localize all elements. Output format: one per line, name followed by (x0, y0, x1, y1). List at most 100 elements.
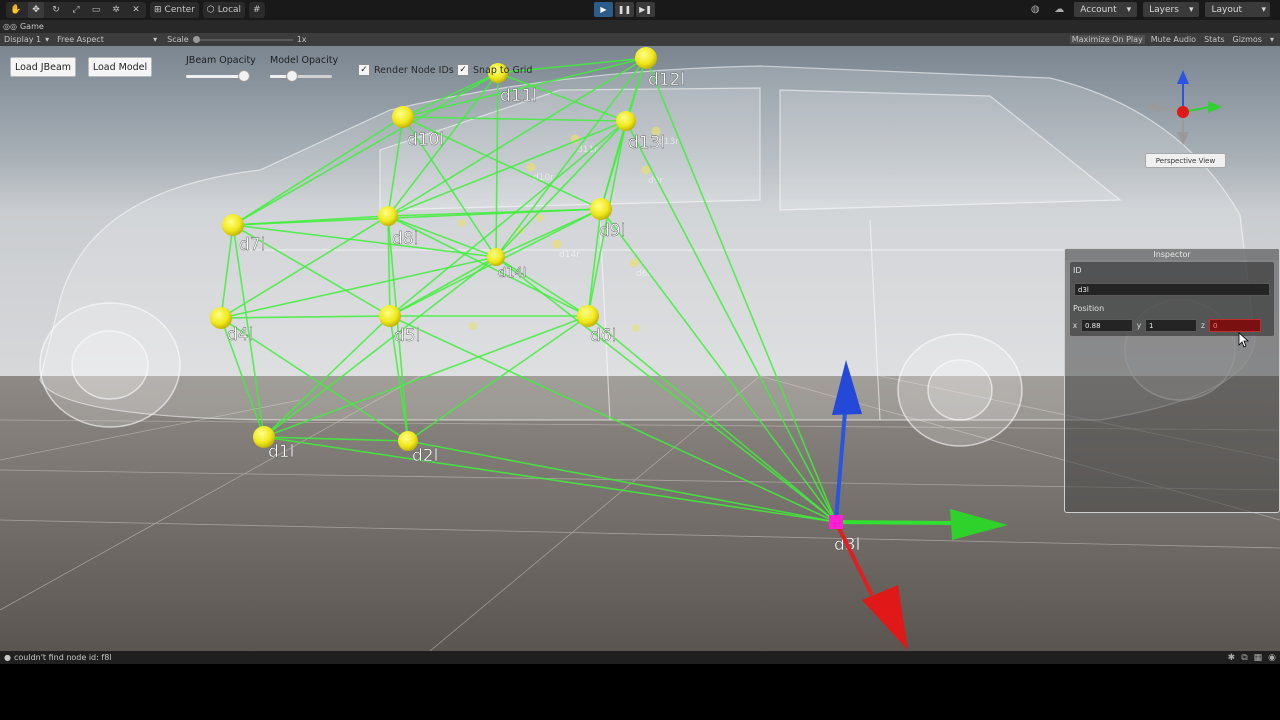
custom-tool-icon[interactable]: ✕ (128, 2, 144, 18)
selected-node-handle[interactable] (829, 515, 843, 529)
rect-icon[interactable]: ▭ (88, 2, 104, 18)
model-opacity-slider[interactable] (270, 70, 332, 82)
unity-editor-window: ✋ ✥ ↻ ⤢ ▭ ✲ ✕ ⊞ Center ⬡ Local # ▶ ❚❚ ▶❚ ◍… (0, 0, 1280, 720)
id-field[interactable]: d3l (1074, 283, 1270, 296)
far-node-d10r[interactable] (526, 162, 536, 172)
node-label-d4l: d4l (227, 325, 253, 345)
grid-snap-toggle[interactable]: # (249, 2, 265, 18)
pivot-center-toggle[interactable]: ⊞ Center (150, 2, 199, 18)
chevron-down-icon[interactable]: ▾ (1268, 35, 1276, 44)
tab-game[interactable]: Game (20, 22, 44, 31)
node-d12l[interactable] (635, 47, 657, 69)
jbeam-opacity-slider[interactable] (186, 70, 251, 82)
hand-icon[interactable]: ✋ (8, 2, 24, 18)
inspector-fields: ID d3l Position x 0.88 y 1 z 0 (1070, 262, 1274, 336)
far-node[interactable] (632, 324, 640, 332)
render-node-ids-label: Render Node IDs (374, 64, 454, 76)
far-node[interactable] (458, 219, 466, 227)
inspector-panel: Inspector ID d3l Position x 0.88 y 1 z 0 (1064, 248, 1280, 513)
node-label-d13l: d13l (628, 133, 665, 153)
z-axis-label: z (1201, 321, 1205, 330)
transform-icon[interactable]: ✲ (108, 2, 124, 18)
slider-knob[interactable] (238, 70, 251, 82)
pivot-local-toggle[interactable]: ⬡ Local (202, 2, 246, 18)
aspect-dropdown[interactable]: Free Aspect ▾ (57, 35, 157, 44)
scale-slider[interactable] (192, 35, 293, 44)
layout-dropdown[interactable]: Layout ▾ (1205, 2, 1270, 17)
network-icon[interactable]: ⧉ (1241, 653, 1247, 663)
node-d7l[interactable] (222, 214, 244, 236)
node-d13l[interactable] (616, 111, 636, 131)
display-label: Display 1 (4, 35, 42, 44)
layers-dropdown[interactable]: Layers ▾ (1143, 2, 1200, 17)
far-node[interactable] (469, 322, 477, 330)
status-icons: ✱ ⧉ ▦ ◉ (1228, 651, 1276, 664)
node-label-d10l: d10l (407, 130, 444, 150)
checkbox[interactable]: ✓ (358, 64, 370, 76)
gizmo-z-axis[interactable] (835, 520, 956, 525)
perspective-view-button[interactable]: Perspective View (1145, 153, 1226, 168)
scale-label: Scale (167, 35, 189, 44)
node-d6l[interactable] (577, 305, 599, 327)
gizmos-dropdown[interactable]: Gizmos (1231, 35, 1264, 44)
pause-button[interactable]: ❚❚ (615, 2, 634, 17)
scale-control: Scale 1x (167, 35, 306, 44)
model-opacity-label: Model Opacity (270, 55, 339, 66)
play-button[interactable]: ▶ (594, 2, 613, 17)
load-jbeam-button[interactable]: Load JBeam (10, 57, 76, 77)
chevron-down-icon: ▾ (45, 35, 50, 44)
rotate-icon[interactable]: ↻ (48, 2, 64, 18)
info-icon: ● (4, 653, 11, 662)
status-message[interactable]: couldn't find node id: f8l (14, 653, 112, 662)
load-model-button[interactable]: Load Model (88, 57, 152, 77)
far-node-d6r[interactable] (629, 258, 639, 268)
mouse-cursor-icon (1238, 332, 1250, 348)
display-dropdown[interactable]: Display 1 ▾ (4, 35, 49, 44)
stats-toggle[interactable]: Stats (1202, 35, 1226, 44)
settings-icon[interactable]: ◉ (1268, 653, 1276, 663)
collab-icon[interactable]: ◍ (1026, 2, 1044, 17)
mute-audio-toggle[interactable]: Mute Audio (1149, 35, 1198, 44)
move-icon[interactable]: ✥ (28, 2, 44, 18)
snap-to-grid-toggle[interactable]: ✓ Snap to Grid (457, 64, 532, 76)
chevron-down-icon: ▾ (1188, 4, 1194, 15)
scale-icon[interactable]: ⤢ (68, 2, 84, 18)
node-label-d14l: d14l (498, 266, 526, 281)
node-d5l[interactable] (379, 305, 401, 327)
chevron-down-icon: ▾ (1261, 4, 1266, 15)
position-z-field[interactable]: 0 (1209, 319, 1261, 332)
position-row: x 0.88 y 1 z 0 (1072, 319, 1272, 332)
account-dropdown[interactable]: Account ▾ (1074, 2, 1138, 17)
main-toolbar: ✋ ✥ ↻ ⤢ ▭ ✲ ✕ ⊞ Center ⬡ Local # ▶ ❚❚ ▶❚ ◍… (0, 0, 1280, 20)
gamepad-icon: ◎◎ (3, 22, 17, 31)
maximize-on-play-toggle[interactable]: Maximize On Play (1069, 35, 1145, 44)
step-button[interactable]: ▶❚ (636, 2, 655, 17)
game-view-toggles: Maximize On Play Mute Audio Stats Gizmos… (1069, 33, 1276, 46)
node-d8l[interactable] (378, 206, 398, 226)
node-label-d7l: d7l (239, 235, 265, 255)
bug-icon[interactable]: ✱ (1228, 653, 1236, 663)
node-label-d11l: d11l (500, 86, 537, 106)
snap-to-grid-label: Snap to Grid (473, 64, 533, 76)
far-node-label-d14r: d14r (559, 250, 580, 260)
status-bar: ● couldn't find node id: f8l ✱ ⧉ ▦ ◉ (0, 651, 1280, 664)
cloud-icon[interactable]: ☁ (1050, 2, 1068, 17)
node-d10l[interactable] (392, 106, 414, 128)
slider-knob[interactable] (285, 70, 298, 82)
node-label-d8l: d8l (392, 229, 418, 249)
render-node-ids-toggle[interactable]: ✓ Render Node IDs (358, 64, 454, 76)
far-node-d14r[interactable] (552, 239, 562, 249)
cube-icon: ⬡ (206, 5, 215, 15)
node-label-d9l: d9l (599, 221, 625, 241)
cache-icon[interactable]: ▦ (1254, 653, 1263, 663)
position-x-field[interactable]: 0.88 (1081, 319, 1133, 332)
jbeam-opacity-label: JBeam Opacity (186, 55, 256, 66)
node-d9l[interactable] (590, 198, 612, 220)
game-viewport[interactable]: d11rd13rd10rd14rd6rd9r d1ld2ld3ld4ld5ld6… (0, 46, 1280, 651)
node-d14l[interactable] (487, 248, 505, 266)
inspector-title: Inspector (1065, 249, 1279, 260)
checkbox[interactable]: ✓ (457, 64, 469, 76)
far-node[interactable] (536, 214, 544, 222)
position-y-field[interactable]: 1 (1145, 319, 1197, 332)
node-label-d1l: d1l (268, 442, 294, 462)
